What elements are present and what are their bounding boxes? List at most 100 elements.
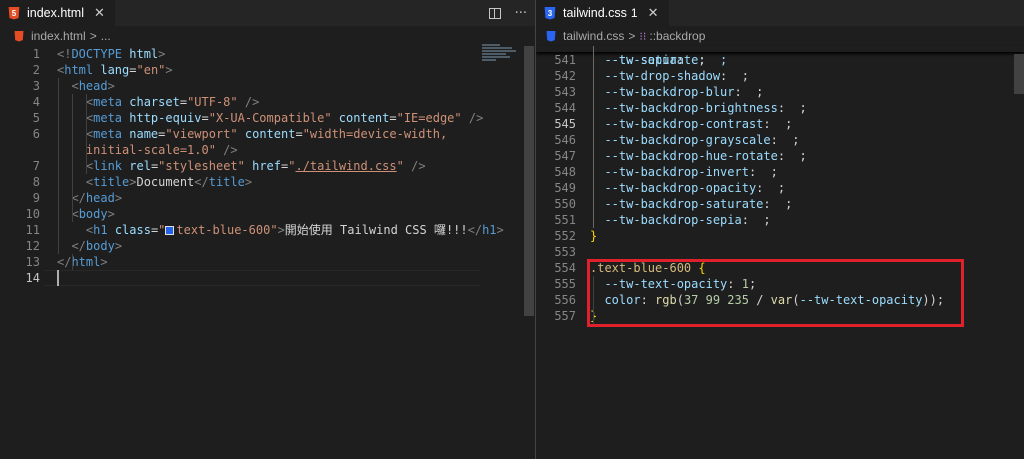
code-text: </head> [71, 191, 123, 205]
line-number: 3 [32, 79, 40, 93]
indent-guide [72, 254, 73, 270]
code-line[interactable]: 12 </body> [0, 238, 535, 254]
code-line[interactable]: 552} [536, 228, 1024, 244]
code-line[interactable]: 4 <meta charset="UTF-8" /> [0, 94, 535, 110]
code-text: --tw-backdrop-sepia: ; [590, 213, 771, 227]
line-number: 541 [554, 53, 576, 67]
code-line[interactable]: 543 --tw-backdrop-blur: ; [536, 84, 1024, 100]
indent-guide [86, 94, 87, 174]
code-line[interactable]: 10 <body> [0, 206, 535, 222]
text-cursor [57, 270, 59, 286]
line-number: 549 [554, 181, 576, 195]
vertical-scrollbar[interactable] [1014, 46, 1024, 459]
code-line[interactable]: 3 <head> [0, 78, 535, 94]
line-number: 9 [32, 191, 40, 205]
code-text: <meta charset="UTF-8" /> [57, 95, 260, 109]
code-line[interactable]: 542 --tw-drop-shadow: ; [536, 68, 1024, 84]
code-line[interactable]: 2 <html lang="en"> [0, 62, 535, 78]
code-text: --tw-backdrop-blur: ; [590, 85, 764, 99]
line-number: 14 [25, 271, 40, 285]
code-text: } [590, 229, 598, 243]
code-text: <meta name="viewport" content="width=dev… [57, 127, 448, 141]
line-number: 13 [25, 255, 40, 269]
code-text: --tw-backdrop-grayscale: ; [590, 133, 800, 147]
right-tab-bar: 3 tailwind.css 1 ✕ [536, 0, 1024, 26]
line-number: 555 [554, 277, 576, 291]
breadcrumb-more[interactable]: ... [101, 29, 111, 43]
code-line[interactable]: 7 <link rel="stylesheet" href="./tailwin… [0, 158, 535, 174]
line-number: 7 [32, 159, 40, 173]
html5-icon: 5 [8, 6, 20, 20]
code-line[interactable]: 5 <meta http-equiv="X-UA-Compatible" con… [0, 110, 535, 126]
code-text: <h1 class=" text-blue-600">開始使用 Tailwind … [57, 223, 504, 237]
code-line[interactable]: 547 --tw-backdrop-hue-rotate: ; [536, 148, 1024, 164]
left-editor-pane: 5 index.html ✕ ··· index.html > ... 1 <!D… [0, 0, 535, 459]
code-text: <title>Document</title> [57, 175, 253, 189]
code-text: <body> [57, 207, 115, 221]
split-editor-icon[interactable] [488, 7, 501, 19]
line-number: 551 [554, 213, 576, 227]
code-text: --tw-backdrop-saturate: ; [590, 197, 793, 211]
code-text: initial-scale=1.0" /> [57, 143, 238, 157]
code-line[interactable]: 553 [536, 244, 1024, 260]
code-text: <link rel="stylesheet" href="./tailwind.… [57, 159, 426, 173]
right-editor-pane: 3 tailwind.css 1 ✕ tailwind.css > ⁝⁝ ::b… [536, 0, 1024, 459]
code-line[interactable]: 550 --tw-backdrop-saturate: ; [536, 196, 1024, 212]
code-text: --tw-backdrop-brightness: ; [590, 101, 807, 115]
line-number: 547 [554, 149, 576, 163]
line-number: 1 [32, 47, 40, 61]
code-line[interactable]: 11 <h1 class=" text-blue-600">開始使用 Tailwi… [0, 222, 535, 238]
code-text: --tw-backdrop-hue-rotate: ; [590, 149, 807, 163]
code-text: <meta http-equiv="X-UA-Compatible" conte… [57, 111, 484, 125]
tab-index-html[interactable]: 5 index.html ✕ [0, 0, 115, 26]
close-icon[interactable]: ✕ [94, 5, 105, 21]
code-line[interactable]: 551 --tw-backdrop-sepia: ; [536, 212, 1024, 228]
code-text: --tw-sepia: ; [590, 53, 706, 67]
line-number: 546 [554, 133, 576, 147]
code-line[interactable]: 9 </head> [0, 190, 535, 206]
color-swatch-icon[interactable] [165, 226, 175, 235]
code-line[interactable]: 541 --tw-sepia: ; [536, 52, 1024, 68]
line-number: 550 [554, 197, 576, 211]
scrollbar-thumb[interactable] [1014, 54, 1024, 94]
breadcrumb: index.html > ... [0, 26, 535, 46]
code-line[interactable]: 6 <meta name="viewport" content="width=d… [0, 126, 535, 142]
highlight-annotation-box [587, 259, 964, 327]
line-number: 554 [554, 261, 576, 275]
close-icon[interactable]: ✕ [648, 5, 659, 21]
tab-label: tailwind.css [563, 6, 627, 20]
indent-guide [72, 94, 73, 222]
code-text: --tw-drop-shadow: ; [590, 69, 749, 83]
line-number: 543 [554, 85, 576, 99]
code-text: <!DOCTYPE html> [57, 47, 166, 61]
line-number: 544 [554, 101, 576, 115]
more-actions-icon[interactable]: ··· [515, 6, 527, 21]
code-line[interactable]: 544 --tw-backdrop-brightness: ; [536, 100, 1024, 116]
code-line[interactable]: 8 <title>Document</title> [0, 174, 535, 190]
code-line[interactable]: initial-scale=1.0" /> [0, 142, 535, 158]
code-line[interactable]: 546 --tw-backdrop-grayscale: ; [536, 132, 1024, 148]
code-text: <html lang="en"> [57, 63, 173, 77]
code-text: --tw-backdrop-contrast: ; [590, 117, 793, 131]
code-text: </body> [57, 239, 123, 253]
code-line[interactable]: 13 </html> [0, 254, 535, 270]
right-code-area[interactable]: --tw-saturate: ; 541 --tw-sepia: ; 542 --… [536, 46, 1024, 459]
breadcrumb-file[interactable]: index.html [31, 29, 86, 43]
line-number: 8 [32, 175, 40, 189]
line-number: 12 [25, 239, 40, 253]
line-number: 10 [25, 207, 40, 221]
left-code-area[interactable]: 1 <!DOCTYPE html> 2 <html lang="en"> 3 <head… [0, 46, 535, 459]
code-text: --tw-backdrop-invert: ; [590, 165, 778, 179]
tab-tailwind-css[interactable]: 3 tailwind.css 1 ✕ [536, 0, 669, 26]
code-line[interactable]: 549 --tw-backdrop-opacity: ; [536, 180, 1024, 196]
line-number: 553 [554, 245, 576, 259]
line-number: 2 [32, 63, 40, 77]
line-number: 548 [554, 165, 576, 179]
code-line[interactable]: 1 <!DOCTYPE html> [0, 46, 535, 62]
line-number: 556 [554, 293, 576, 307]
code-line[interactable]: 545 --tw-backdrop-contrast: ; [536, 116, 1024, 132]
code-text: <head> [57, 79, 115, 93]
code-text: </html> [57, 255, 108, 269]
code-line[interactable]: 548 --tw-backdrop-invert: ; [536, 164, 1024, 180]
line-number: 4 [32, 95, 40, 109]
